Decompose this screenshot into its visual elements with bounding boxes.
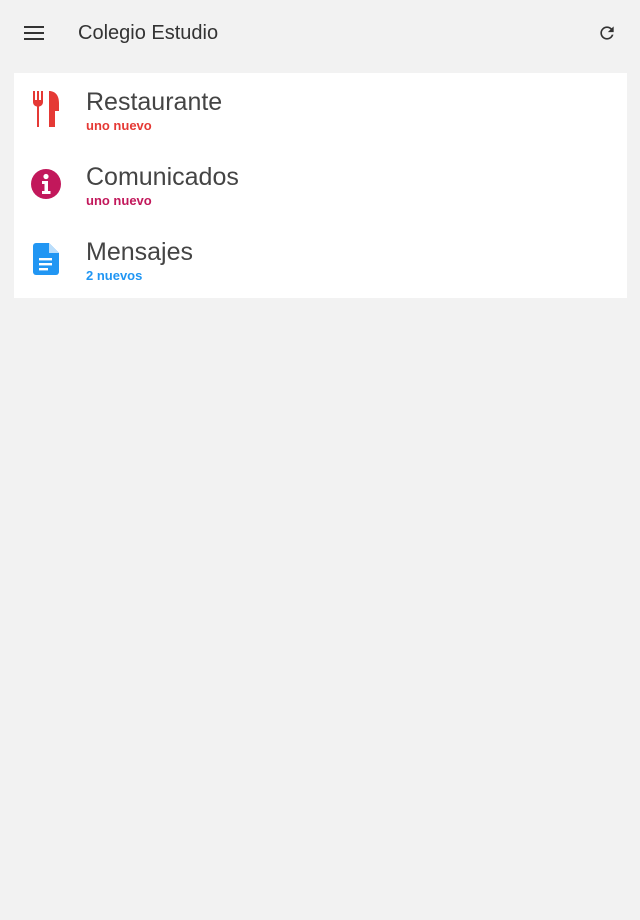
new-count-badge: uno nuevo <box>86 118 152 133</box>
item-label: Restaurante <box>86 88 223 116</box>
new-count-badge: 2 nuevos <box>86 268 143 283</box>
info-icon <box>28 166 64 202</box>
menu-icon <box>24 26 44 40</box>
item-label: Comunicados <box>86 163 239 191</box>
refresh-button[interactable] <box>595 21 619 45</box>
app-bar: Colegio Estudio <box>0 0 640 66</box>
page-title: Colegio Estudio <box>78 22 219 44</box>
sections-list: Restaurante uno nuevo Comunicados uno nu… <box>14 73 627 298</box>
menu-button[interactable] <box>22 21 46 45</box>
item-label: Mensajes <box>86 238 193 266</box>
restaurant-icon <box>28 91 64 127</box>
new-count-badge: uno nuevo <box>86 193 152 208</box>
document-icon <box>28 241 64 277</box>
list-item-restaurante[interactable]: Restaurante uno nuevo <box>14 73 627 148</box>
list-item-comunicados[interactable]: Comunicados uno nuevo <box>14 148 627 223</box>
list-item-mensajes[interactable]: Mensajes 2 nuevos <box>14 223 627 298</box>
refresh-icon <box>600 26 614 40</box>
